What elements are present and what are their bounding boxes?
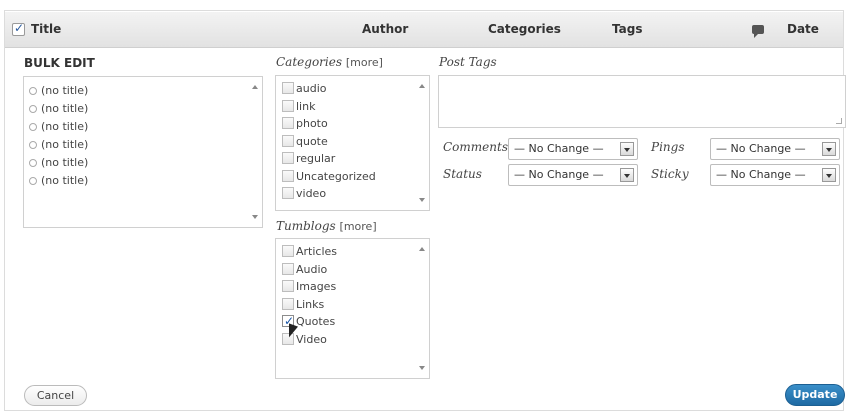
tumblog-label: Video (296, 332, 327, 346)
category-checkbox[interactable] (282, 99, 294, 112)
tumblog-checkbox[interactable] (282, 245, 294, 257)
category-item[interactable]: video (282, 185, 429, 203)
tumblog-item[interactable]: Quotes (282, 313, 429, 331)
category-checkbox[interactable] (282, 82, 294, 94)
column-author: Author (362, 22, 409, 36)
remove-item-icon[interactable] (29, 141, 37, 149)
column-categories: Categories (488, 22, 561, 36)
tumblog-item[interactable]: Audio (282, 261, 429, 279)
category-item[interactable]: audio (282, 80, 429, 98)
column-tags: Tags (612, 22, 643, 36)
tumblog-label: Audio (296, 262, 328, 276)
post-tags-textarea[interactable] (438, 75, 846, 128)
cancel-button[interactable]: Cancel (24, 385, 87, 406)
sticky-label: Sticky (651, 167, 689, 181)
tumblog-label: Links (296, 297, 325, 311)
tumblogs-checklist[interactable]: Articles Audio Images Links Quotes Video (275, 238, 430, 379)
scroll-down-icon[interactable] (252, 215, 258, 219)
bulk-title-list[interactable]: (no title) (no title) (no title) (no title)… (23, 76, 263, 228)
category-checkbox[interactable] (282, 134, 294, 147)
remove-item-icon[interactable] (29, 87, 37, 95)
scroll-down-icon[interactable] (419, 366, 425, 370)
update-button[interactable]: Update (785, 384, 845, 406)
sticky-select[interactable]: — No Change — (710, 164, 840, 186)
category-checkbox[interactable] (282, 152, 294, 164)
category-item[interactable]: photo (282, 115, 429, 133)
categories-scrollbar[interactable] (415, 76, 429, 210)
remove-item-icon[interactable] (29, 159, 37, 167)
categories-label: Categories [more] (276, 55, 383, 69)
status-select[interactable]: — No Change — (508, 164, 638, 186)
bulk-edit-heading: BULK EDIT (24, 56, 95, 70)
list-item[interactable]: (no title) (29, 136, 262, 154)
pings-label: Pings (651, 140, 685, 154)
tumblog-item[interactable]: Video (282, 331, 429, 349)
categories-checklist[interactable]: audio link photo quote regular Uncategorized v… (275, 75, 430, 211)
list-item[interactable]: (no title) (29, 172, 262, 190)
category-checkbox[interactable] (282, 117, 294, 129)
comments-bubble-icon (752, 25, 764, 38)
comments-select[interactable]: — No Change — (508, 138, 638, 160)
scroll-up-icon[interactable] (419, 84, 425, 88)
remove-item-icon[interactable] (29, 123, 37, 131)
status-label: Status (443, 167, 482, 181)
select-all-checkbox[interactable] (12, 21, 25, 36)
chevron-down-icon[interactable] (620, 168, 634, 182)
category-item[interactable]: link (282, 98, 429, 116)
resize-handle-icon[interactable] (836, 118, 842, 124)
tumblogs-label: Tumblogs [more] (276, 219, 377, 233)
category-item[interactable]: quote (282, 133, 429, 151)
category-checkbox[interactable] (282, 187, 294, 199)
post-tags-label: Post Tags (439, 55, 497, 69)
scroll-down-icon[interactable] (419, 198, 425, 202)
column-date[interactable]: Date (787, 22, 819, 36)
list-item[interactable]: (no title) (29, 82, 262, 100)
category-label: regular (296, 152, 336, 165)
column-header-row: Title Author Categories Tags Date (5, 12, 843, 48)
chevron-down-icon[interactable] (822, 142, 836, 156)
remove-item-icon[interactable] (29, 105, 37, 113)
list-item[interactable]: (no title) (29, 100, 262, 118)
category-label: video (296, 187, 327, 200)
tumblog-checkbox[interactable] (282, 280, 294, 292)
category-label: Uncategorized (296, 169, 376, 183)
scroll-up-icon[interactable] (252, 85, 258, 89)
comments-label: Comments (443, 140, 508, 154)
pings-select[interactable]: — No Change — (710, 138, 840, 160)
tumblog-item[interactable]: Links (282, 296, 429, 314)
column-title[interactable]: Title (31, 22, 61, 36)
chevron-down-icon[interactable] (620, 142, 634, 156)
category-checkbox[interactable] (282, 169, 294, 182)
tumblogs-scrollbar[interactable] (415, 239, 429, 378)
tumblog-label: Quotes (296, 315, 336, 328)
chevron-down-icon[interactable] (822, 168, 836, 182)
tumblog-checkbox[interactable] (282, 297, 294, 310)
tumblog-checkbox[interactable] (282, 262, 294, 275)
category-label: quote (296, 134, 328, 148)
remove-item-icon[interactable] (29, 177, 37, 185)
category-item[interactable]: regular (282, 150, 429, 168)
tumblog-label: Images (296, 280, 337, 293)
category-label: link (296, 99, 316, 113)
tumblogs-more-link[interactable]: [more] (340, 220, 377, 233)
categories-more-link[interactable]: [more] (346, 56, 383, 69)
tumblog-item[interactable]: Articles (282, 243, 429, 261)
category-item[interactable]: Uncategorized (282, 168, 429, 186)
title-list-scrollbar[interactable] (248, 77, 262, 227)
list-item[interactable]: (no title) (29, 118, 262, 136)
tumblog-label: Articles (296, 245, 338, 258)
list-item[interactable]: (no title) (29, 154, 262, 172)
tumblog-item[interactable]: Images (282, 278, 429, 296)
scroll-up-icon[interactable] (419, 247, 425, 251)
category-label: audio (296, 82, 327, 95)
category-label: photo (296, 117, 328, 130)
